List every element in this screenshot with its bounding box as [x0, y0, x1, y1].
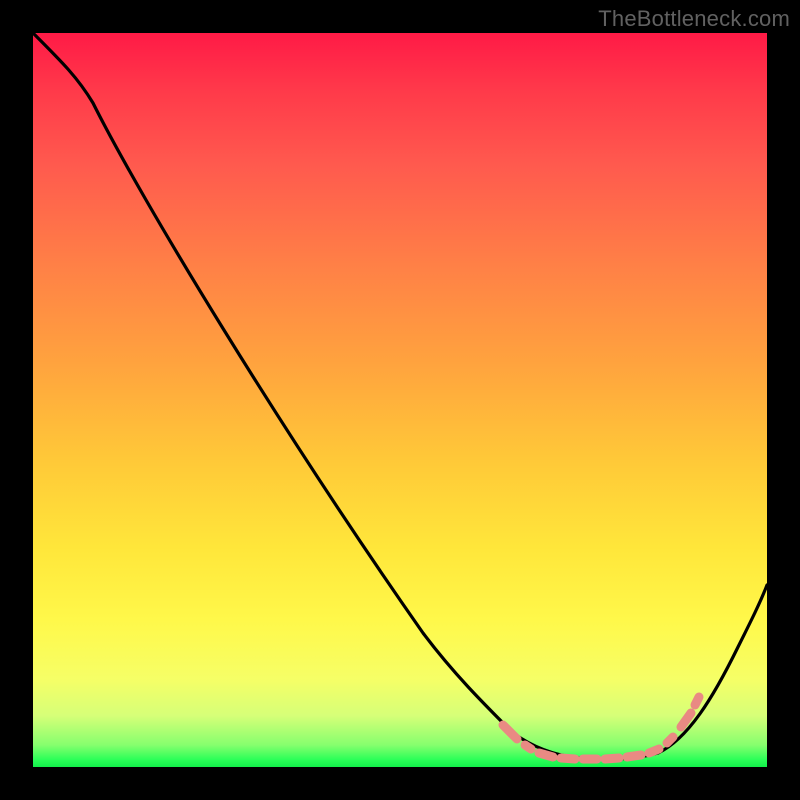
curve-layer: [33, 33, 767, 767]
highlight-points: [503, 697, 699, 759]
watermark-text: TheBottleneck.com: [598, 6, 790, 32]
bottleneck-curve: [33, 33, 767, 759]
plot-area: [33, 33, 767, 767]
chart-frame: TheBottleneck.com: [0, 0, 800, 800]
